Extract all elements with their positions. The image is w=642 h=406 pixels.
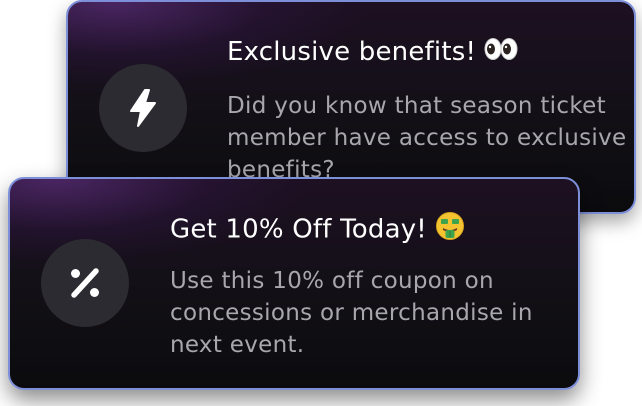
- money-mouth-face-emoji-icon: [435, 211, 465, 249]
- icon-badge: [41, 239, 129, 327]
- eyes-emoji-icon: [484, 37, 518, 69]
- notification-message: Did you know that season ticket member h…: [227, 93, 627, 183]
- notification-message: Use this 10% off coupon on concessions o…: [170, 268, 533, 358]
- notification-title-text: Exclusive benefits!: [227, 37, 477, 67]
- notification-title-text: Get 10% Off Today!: [170, 214, 427, 245]
- icon-badge: [99, 64, 187, 152]
- percent-icon: [71, 268, 99, 298]
- notification-title: Exclusive benefits!: [227, 36, 518, 69]
- notification-card-discount[interactable]: Get 10% Off Today! Use this 10% off coup…: [8, 177, 580, 390]
- lightning-bolt-icon: [130, 89, 156, 127]
- notification-title: Get 10% Off Today!: [170, 211, 465, 249]
